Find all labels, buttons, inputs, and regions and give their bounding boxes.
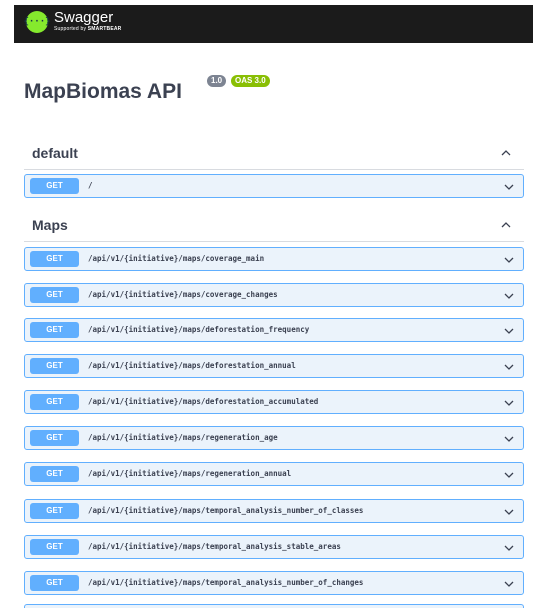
topbar: {···} Swagger Supported by SMARTBEAR (14, 5, 533, 43)
chevron-down-icon[interactable] (503, 397, 515, 409)
operation-path: /api/v1/{initiative}/maps/regeneration_a… (88, 433, 278, 442)
chevron-down-icon[interactable] (503, 325, 515, 337)
page-title: MapBiomas API (24, 80, 182, 103)
chevron-down-icon[interactable] (503, 469, 515, 481)
operation-path: /api/v1/{initiative}/maps/regeneration_a… (88, 469, 292, 478)
operation-path: /api/v1/{initiative}/maps/coverage_main (88, 254, 265, 263)
brand-name: Swagger (54, 9, 114, 26)
method-badge: GET (30, 539, 79, 555)
operation-path: /api/v1/{initiative}/maps/temporal_analy… (88, 542, 341, 551)
method-badge: GET (30, 394, 79, 410)
operation-get[interactable]: GET /api/v1/{initiative}/maps/deforestat… (24, 318, 524, 342)
chevron-down-icon[interactable] (503, 181, 515, 193)
method-badge: GET (30, 575, 79, 591)
method-badge: GET (30, 251, 79, 267)
operation-get[interactable]: GET /api/v1/{initiative}/maps/deforestat… (24, 354, 524, 378)
tag-section-maps[interactable]: Maps (24, 211, 524, 242)
chevron-down-icon[interactable] (503, 542, 515, 554)
chevron-down-icon[interactable] (503, 433, 515, 445)
operation-get[interactable]: GET /api/v1/{initiative}/maps/temporal_a… (24, 535, 524, 559)
method-badge: GET (30, 322, 79, 338)
operation-path: /api/v1/{initiative}/maps/temporal_analy… (88, 578, 364, 587)
operation-path: /api/v1/{initiative}/maps/temporal_analy… (88, 506, 364, 515)
method-badge: GET (30, 358, 79, 374)
brand-sub: Supported by SMARTBEAR (54, 26, 122, 32)
version-badge: 1.0 (207, 75, 227, 87)
oas-badge: OAS 3.0 (231, 75, 270, 87)
operation-get[interactable]: GET /api/v1/{initiative}/maps/regenerati… (24, 462, 524, 486)
info-header: MapBiomas API 1.0 OAS 3.0 (24, 75, 524, 107)
method-badge: GET (30, 287, 79, 303)
tag-title: Maps (32, 217, 68, 233)
operation-get[interactable]: GET /api/v1/{initiative}/maps/temporal_a… (24, 571, 524, 595)
swagger-logo-icon[interactable]: {···} (23, 11, 51, 33)
operation-get[interactable]: GET / (24, 174, 524, 198)
chevron-up-icon[interactable] (500, 147, 512, 159)
operation-get[interactable]: GET /api/v1/{initiative}/maps/coverage_c… (24, 283, 524, 307)
tag-title: default (32, 145, 78, 161)
chevron-down-icon[interactable] (503, 578, 515, 590)
operation-path: /api/v1/{initiative}/maps/coverage_chang… (88, 290, 278, 299)
method-badge: GET (30, 430, 79, 446)
chevron-down-icon[interactable] (503, 254, 515, 266)
chevron-down-icon[interactable] (503, 290, 515, 302)
operation-get-partial[interactable] (24, 604, 524, 608)
operation-get[interactable]: GET /api/v1/{initiative}/maps/temporal_a… (24, 499, 524, 523)
chevron-down-icon[interactable] (503, 506, 515, 518)
method-badge: GET (30, 178, 79, 194)
method-badge: GET (30, 503, 79, 519)
operation-get[interactable]: GET /api/v1/{initiative}/maps/coverage_m… (24, 247, 524, 271)
operation-path: /api/v1/{initiative}/maps/deforestation_… (88, 361, 296, 370)
operation-get[interactable]: GET /api/v1/{initiative}/maps/regenerati… (24, 426, 524, 450)
operation-path: / (88, 181, 93, 190)
operation-get[interactable]: GET /api/v1/{initiative}/maps/deforestat… (24, 390, 524, 414)
operation-path: /api/v1/{initiative}/maps/deforestation_… (88, 325, 310, 334)
brand[interactable]: Swagger Supported by SMARTBEAR (54, 9, 121, 33)
chevron-down-icon[interactable] (503, 361, 515, 373)
method-badge: GET (30, 466, 79, 482)
tag-section-default[interactable]: default (24, 139, 524, 170)
operation-path: /api/v1/{initiative}/maps/deforestation_… (88, 397, 319, 406)
chevron-up-icon[interactable] (500, 219, 512, 231)
